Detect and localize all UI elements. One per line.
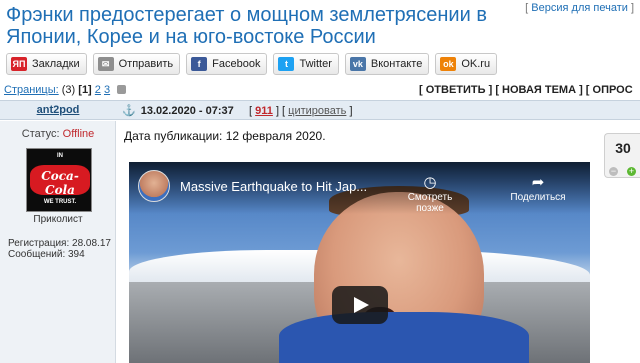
message-count: Сообщений: 394	[8, 249, 85, 260]
anchor-icon[interactable]: ⚓	[122, 105, 136, 117]
channel-avatar[interactable]	[138, 170, 170, 202]
share-bar: ЯП Закладки ✉ Отправить f Facebook t Twi…	[6, 53, 498, 75]
author-rank: Приколист	[33, 214, 83, 225]
post-header: ant2pod ⚓ 13.02.2020 - 07:37 [ 911 ] [ ц…	[0, 100, 640, 120]
post-rating: 30 − +	[604, 133, 640, 178]
quote-button[interactable]: цитировать	[288, 105, 346, 117]
author-name[interactable]: ant2pod	[0, 104, 116, 116]
twitter-icon: t	[278, 57, 295, 71]
registration-date: Регистрация: 28.08.17	[8, 238, 111, 249]
video-share-button[interactable]: ➦ Поделиться	[506, 174, 570, 203]
odnoklassniki-icon: ok	[440, 57, 457, 71]
share-vk-button[interactable]: vk Вконтакте	[344, 53, 430, 75]
pages-menu-icon[interactable]	[117, 85, 127, 94]
mail-icon: ✉	[97, 57, 114, 71]
rating-plus-button[interactable]: +	[627, 167, 636, 176]
clock-icon: ◷	[423, 174, 437, 191]
share-ok-button[interactable]: ok OK.ru	[435, 53, 498, 75]
page-current: [1]	[78, 84, 92, 96]
post-number-link[interactable]: 911	[255, 105, 273, 117]
share-bookmarks-button[interactable]: ЯП Закладки	[6, 53, 87, 75]
reply-button[interactable]: ОТВЕТИТЬ	[426, 84, 486, 96]
video-embed[interactable]: Massive Earthquake to Hit Jap... ◷ Смотр…	[129, 162, 590, 363]
author-stats: Регистрация: 28.08.17 Сообщений: 394	[8, 238, 111, 260]
rating-value: 30	[615, 140, 631, 156]
pages-label[interactable]: Страницы:	[4, 84, 59, 96]
vk-icon: vk	[349, 57, 366, 71]
video-person-jacket	[279, 312, 529, 363]
share-arrow-icon: ➦	[531, 174, 545, 191]
pages-total: (3)	[61, 84, 76, 96]
topic-title: Фрэнки предостерегает о мощном землетряс…	[6, 4, 487, 48]
publication-date: Дата публикации: 12 февраля 2020.	[124, 129, 326, 143]
topic-actions: [ ОТВЕТИТЬ ] [ НОВАЯ ТЕМА ] [ ОПРОС	[419, 84, 633, 96]
new-poll-button[interactable]: ОПРОС	[593, 84, 633, 96]
author-status: Статус: Offline	[21, 128, 95, 140]
print-version: [ Версия для печати ]	[525, 2, 634, 14]
pagination: Страницы: (3) [1] 2 3	[4, 84, 127, 96]
avatar-brand: Coca-Cola	[41, 169, 79, 197]
rating-minus-button[interactable]: −	[609, 167, 618, 176]
share-facebook-button[interactable]: f Facebook	[186, 53, 268, 75]
new-topic-button[interactable]: НОВАЯ ТЕМА	[502, 84, 576, 96]
print-version-link[interactable]: Версия для печати	[531, 2, 628, 14]
avatar[interactable]: IN Coca-Cola WE TRUST.	[26, 148, 92, 212]
yandex-bookmarks-icon: ЯП	[11, 57, 27, 71]
video-title[interactable]: Massive Earthquake to Hit Jap...	[180, 179, 367, 194]
watch-later-button[interactable]: ◷ Смотреть позже	[398, 174, 462, 214]
play-button[interactable]	[332, 286, 388, 324]
post-date: 13.02.2020 - 07:37	[140, 105, 234, 117]
page-link-2[interactable]: 2	[95, 84, 101, 96]
pager-row: Страницы: (3) [1] 2 3 [ ОТВЕТИТЬ ] [ НОВ…	[0, 82, 640, 98]
post-meta: ⚓ 13.02.2020 - 07:37 [ 911 ] [ цитироват…	[122, 105, 353, 117]
share-twitter-button[interactable]: t Twitter	[273, 53, 339, 75]
avatar-text-trust: WE TRUST.	[43, 199, 77, 205]
status-offline: Offline	[62, 128, 95, 140]
share-email-button[interactable]: ✉ Отправить	[92, 53, 181, 75]
facebook-icon: f	[191, 57, 208, 71]
avatar-text-in: IN	[57, 153, 63, 159]
page-link-3[interactable]: 3	[104, 84, 110, 96]
